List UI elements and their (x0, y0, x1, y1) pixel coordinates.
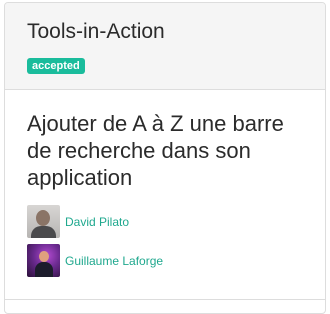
speaker-name-link[interactable]: David Pilato (65, 215, 129, 229)
speaker-avatar[interactable] (27, 205, 60, 238)
status-badge: accepted (27, 58, 85, 74)
session-track-title: Tools-in-Action (27, 20, 165, 43)
speaker-item: David Pilato (27, 204, 325, 239)
card-header: Tools-in-Action accepted (5, 3, 325, 90)
session-card: Tools-in-Action accepted Ajouter de A à … (4, 2, 326, 314)
card-body: Ajouter de A à Z une barre de recherche … (5, 90, 325, 300)
speaker-name-link[interactable]: Guillaume Laforge (65, 254, 163, 268)
speaker-avatar[interactable] (27, 244, 60, 277)
talk-title: Ajouter de A à Z une barre de recherche … (27, 111, 284, 190)
speaker-list: David Pilato Guillaume Laforge (27, 204, 325, 278)
speaker-item: Guillaume Laforge (27, 243, 325, 278)
